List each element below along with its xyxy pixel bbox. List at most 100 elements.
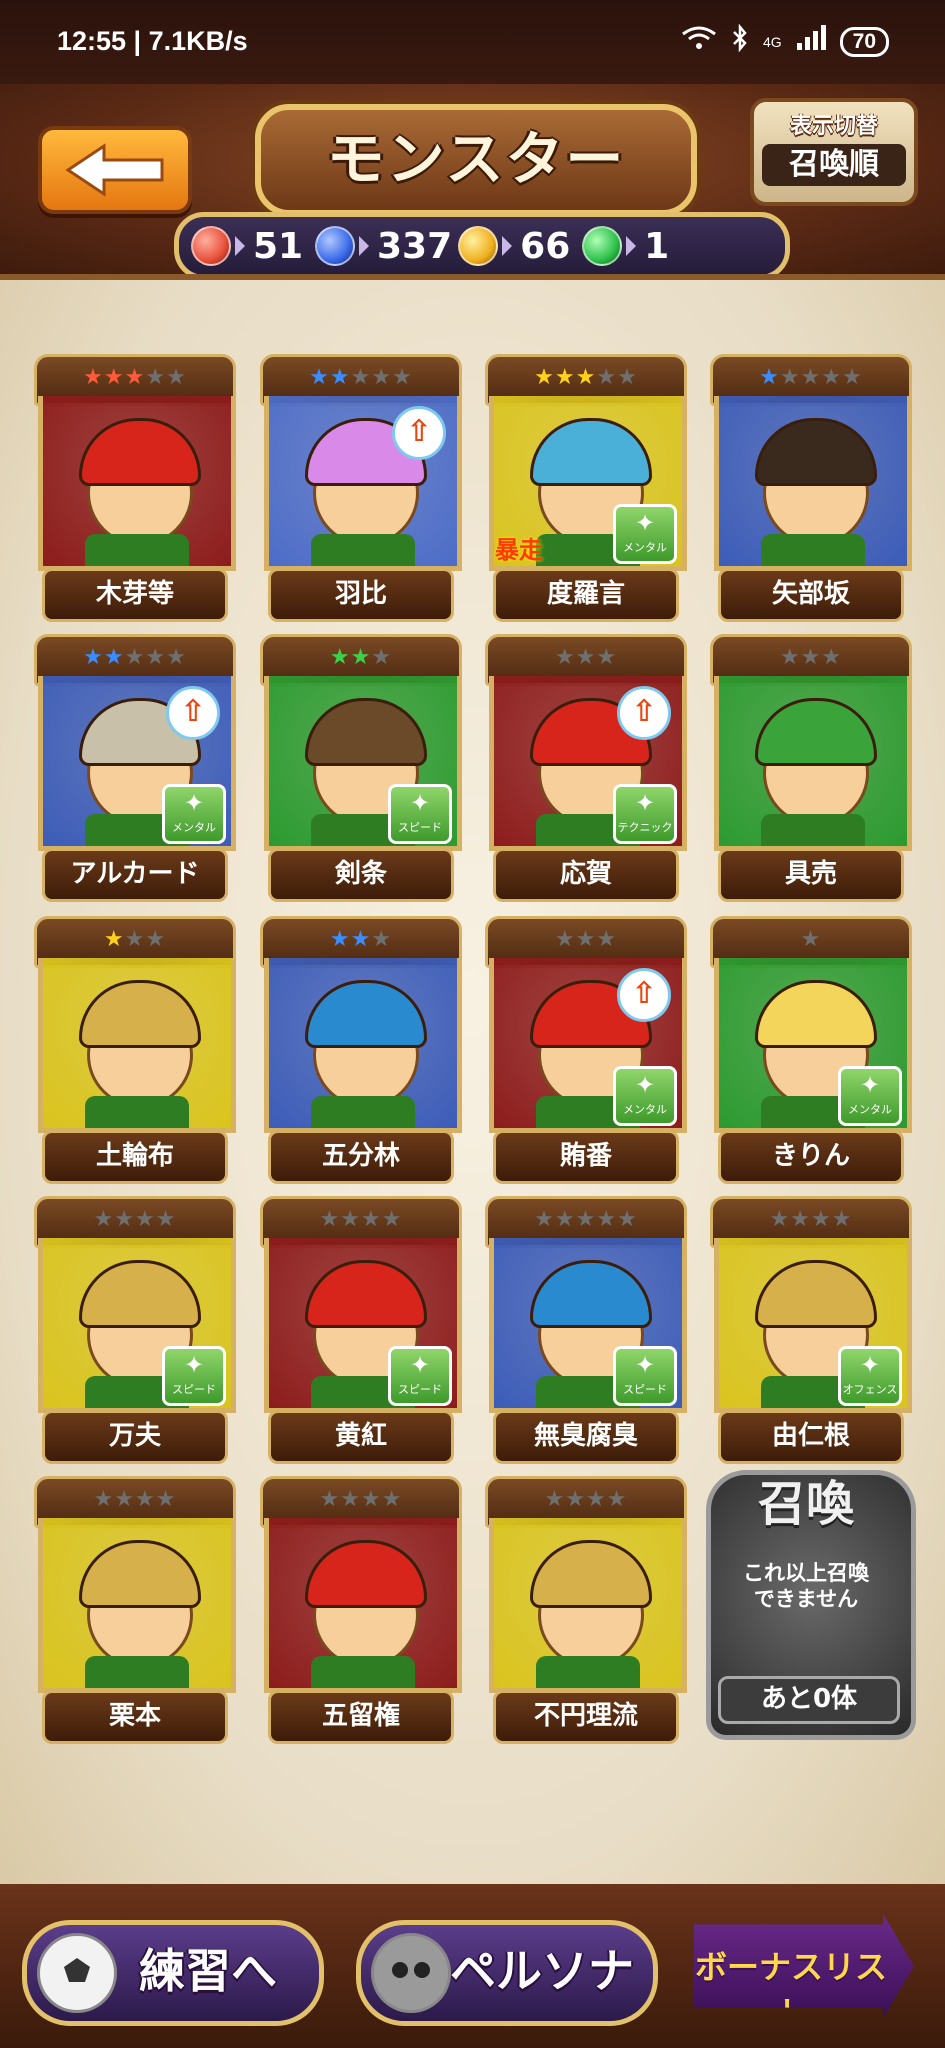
monster-card[interactable]: ★★★★★ ✦ スピード 無臭腐臭 bbox=[479, 1196, 687, 1464]
upgrade-arrow-icon: ⇧ bbox=[166, 686, 220, 740]
monster-card[interactable]: ★★★★ 五留権 bbox=[254, 1476, 462, 1744]
monster-card[interactable]: ★★★★★ 矢部坂 bbox=[704, 354, 912, 622]
star-icon: ★ bbox=[166, 365, 187, 390]
star-icon: ★ bbox=[800, 365, 822, 390]
uniform-shape bbox=[85, 534, 189, 566]
star-icon: ★ bbox=[596, 1207, 618, 1232]
monster-card[interactable]: ★★★★★ ✦ メンタル 暴走 度羅言 bbox=[479, 354, 687, 622]
skill-badge: ✦ メンタル bbox=[613, 504, 677, 564]
monster-card[interactable]: ★★★★★ ⇧ ✦ メンタル アルカード bbox=[28, 634, 236, 902]
skill-label: メンタル bbox=[172, 821, 216, 834]
monster-card[interactable]: ★★★ 土輪布 bbox=[28, 916, 236, 1184]
monster-name: 賄番 bbox=[493, 1130, 679, 1184]
monster-name: 黄紅 bbox=[268, 1410, 454, 1464]
wifi-icon bbox=[681, 25, 717, 58]
monster-name: 具売 bbox=[718, 848, 904, 902]
star-icon: ★ bbox=[554, 927, 576, 952]
skill-label: スピード bbox=[623, 1383, 667, 1396]
green-orb-icon bbox=[582, 226, 623, 266]
monster-card[interactable]: ★★★ ⇧ ✦ メンタル 賄番 bbox=[479, 916, 687, 1184]
monster-card[interactable]: ★★★★★ ⇧ 羽比 bbox=[254, 354, 462, 622]
star-icon: ★ bbox=[544, 1487, 566, 1512]
uniform-shape bbox=[761, 814, 865, 846]
practice-button[interactable]: 練習へ bbox=[22, 1920, 324, 2026]
skill-label: メンタル bbox=[623, 541, 667, 554]
sort-toggle-button[interactable]: 表示切替 召喚順 bbox=[750, 98, 918, 206]
summon-title: 召喚 bbox=[757, 1476, 854, 1532]
hair-shape bbox=[79, 980, 201, 1048]
star-icon: ★ bbox=[340, 1207, 361, 1232]
summon-remaining: あと0体 bbox=[718, 1676, 900, 1724]
bonus-list-button[interactable]: ボーナスリスト bbox=[694, 1914, 914, 2018]
monster-portrait bbox=[264, 958, 462, 1133]
hair-shape bbox=[530, 418, 652, 486]
monster-card[interactable]: ★★★ ✦ スピード 剣条 bbox=[254, 634, 462, 902]
persona-button[interactable]: ペルソナ bbox=[356, 1920, 658, 2026]
star-icon: ★ bbox=[534, 365, 555, 390]
skill-label: メンタル bbox=[623, 1103, 667, 1116]
star-icon: ★ bbox=[145, 365, 167, 390]
star-icon: ★ bbox=[596, 365, 618, 390]
star-icon: ★ bbox=[800, 645, 822, 670]
monster-card[interactable]: ★★★ 具売 bbox=[704, 634, 912, 902]
arrow-icon bbox=[359, 236, 369, 256]
monster-portrait bbox=[714, 676, 912, 851]
soccer-ball-icon bbox=[37, 1933, 117, 2013]
summon-button[interactable]: 召喚 これ以上召喚 できません あと0体 bbox=[706, 1470, 916, 1740]
monster-card[interactable]: ★★★★ ✦ スピード 万夫 bbox=[28, 1196, 236, 1464]
currency-blue: 337 bbox=[315, 226, 452, 267]
hair-shape bbox=[79, 1260, 201, 1328]
skill-label: スピード bbox=[398, 821, 442, 834]
summon-message: これ以上召喚 できません bbox=[743, 1561, 869, 1611]
blue-orb-icon bbox=[315, 226, 355, 266]
star-icon: ★ bbox=[166, 645, 187, 670]
monster-card[interactable]: ★ ✦ メンタル きりん bbox=[704, 916, 912, 1184]
hair-shape bbox=[530, 1540, 652, 1608]
star-icon: ★ bbox=[135, 1207, 156, 1232]
monster-card[interactable]: ★★★★ ✦ スピード 黄紅 bbox=[254, 1196, 462, 1464]
arrow-icon bbox=[626, 236, 637, 256]
currency-yellow: 66 bbox=[458, 226, 576, 267]
star-icon: ★ bbox=[371, 927, 393, 952]
monster-portrait bbox=[38, 396, 236, 571]
monster-name: 羽比 bbox=[268, 568, 454, 622]
star-icon: ★ bbox=[381, 1487, 403, 1512]
star-icon: ★ bbox=[565, 1487, 586, 1512]
monster-card[interactable]: ★★★★ 栗本 bbox=[28, 1476, 236, 1744]
uniform-shape bbox=[85, 1656, 189, 1688]
back-button[interactable] bbox=[38, 126, 192, 214]
persona-label: ペルソナ bbox=[450, 1944, 634, 1998]
star-icon: ★ bbox=[534, 1207, 555, 1232]
monster-name: 剣条 bbox=[268, 848, 454, 902]
monster-card[interactable]: ★★★★ 不円理流 bbox=[479, 1476, 687, 1744]
skill-label: スピード bbox=[398, 1383, 442, 1396]
monster-name: 矢部坂 bbox=[718, 568, 904, 622]
monster-card[interactable]: ★★★ ⇧ ✦ テクニック 応賀 bbox=[479, 634, 687, 902]
uniform-shape bbox=[311, 1096, 415, 1128]
skill-badge: ✦ メンタル bbox=[162, 784, 226, 844]
monster-portrait bbox=[264, 1518, 462, 1693]
star-icon: ★ bbox=[575, 1207, 597, 1232]
star-icon: ★ bbox=[309, 365, 330, 390]
star-icon: ★ bbox=[779, 645, 801, 670]
star-icon: ★ bbox=[381, 1207, 403, 1232]
star-icon: ★ bbox=[842, 365, 863, 390]
currency-red: 51 bbox=[191, 226, 309, 267]
currency-green: 1 bbox=[582, 226, 700, 267]
star-icon: ★ bbox=[350, 927, 372, 952]
skill-icon: ✦ bbox=[859, 1071, 881, 1099]
monster-card[interactable]: ★★★★★ 木芽等 bbox=[28, 354, 236, 622]
currency-blue-value: 337 bbox=[377, 225, 453, 267]
star-icon: ★ bbox=[329, 645, 351, 670]
monster-name: 応賀 bbox=[493, 848, 679, 902]
skill-badge: ✦ オフェンス bbox=[838, 1346, 902, 1406]
monster-card[interactable]: ★★★★ ✦ オフェンス 由仁根 bbox=[704, 1196, 912, 1464]
upgrade-arrow-icon: ⇧ bbox=[392, 406, 446, 460]
uniform-shape bbox=[536, 1656, 640, 1688]
monster-card[interactable]: ★★★ 五分林 bbox=[254, 916, 462, 1184]
star-icon: ★ bbox=[350, 365, 372, 390]
star-icon: ★ bbox=[83, 365, 104, 390]
monster-name: 土輪布 bbox=[42, 1130, 228, 1184]
star-icon: ★ bbox=[103, 365, 125, 390]
hair-shape bbox=[79, 1540, 201, 1608]
